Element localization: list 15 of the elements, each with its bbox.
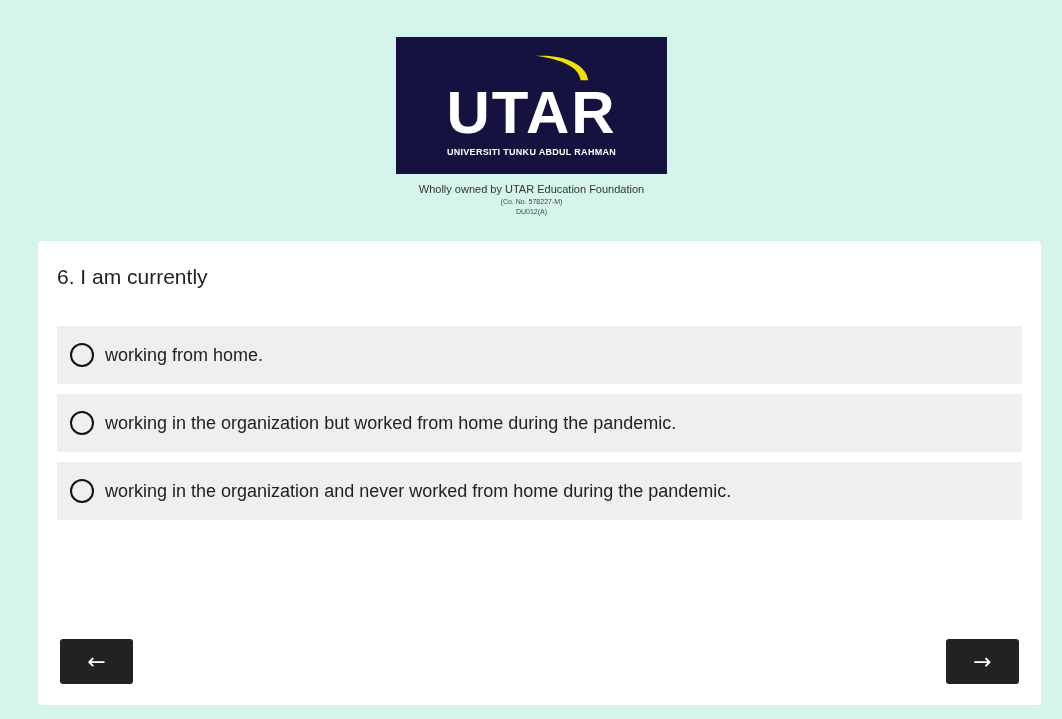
option-label: working in the organization but worked from home during the pandemic. bbox=[105, 412, 677, 434]
next-button[interactable]: → bbox=[946, 639, 1019, 684]
logo-subtitle: UNIVERSITI TUNKU ABDUL RAHMAN bbox=[446, 147, 617, 157]
logo-wordmark: UTAR bbox=[446, 83, 617, 145]
radio-button[interactable] bbox=[70, 479, 94, 503]
radio-button[interactable] bbox=[70, 411, 94, 435]
option-label: working in the organization and never worked from home during the pandemic. bbox=[105, 480, 732, 502]
back-button[interactable]: ← bbox=[60, 639, 133, 684]
option-label: working from home. bbox=[105, 344, 264, 366]
ownership-text: Wholly owned by UTAR Education Foundation bbox=[418, 183, 645, 195]
answer-option[interactable]: working from home. bbox=[57, 326, 1022, 384]
answer-option[interactable]: working in the organization and never worked from home during the pandemic. bbox=[57, 462, 1022, 520]
radio-button[interactable] bbox=[70, 343, 94, 367]
question-title: 6. I am currently bbox=[57, 265, 208, 289]
answer-option[interactable]: working in the organization but worked from home during the pandemic. bbox=[57, 394, 1022, 452]
